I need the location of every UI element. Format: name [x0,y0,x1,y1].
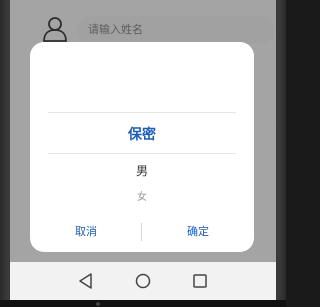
phone-bottom-edge [0,300,286,307]
picker-selection-line-bottom [48,153,236,154]
cancel-button[interactable]: 取消 [30,222,142,242]
home-circle-icon[interactable] [133,271,153,291]
recent-square-icon[interactable] [190,271,210,291]
screen: 请输入姓名 保密 男 女 取消 确定 [10,0,276,300]
picker-selection-line-top [48,112,236,113]
confirm-button[interactable]: 确定 [142,222,254,242]
back-triangle-icon[interactable] [76,271,96,291]
phone-sensor-dot [96,302,100,306]
dialog-button-bar: 取消 确定 [30,222,254,242]
system-navigation-bar [10,262,276,300]
picker-option-selected[interactable]: 保密 [30,124,254,144]
picker-option[interactable]: 男 [30,162,254,179]
gender-picker-dialog: 保密 男 女 取消 确定 [30,42,254,252]
picker-option[interactable]: 女 [30,188,254,203]
